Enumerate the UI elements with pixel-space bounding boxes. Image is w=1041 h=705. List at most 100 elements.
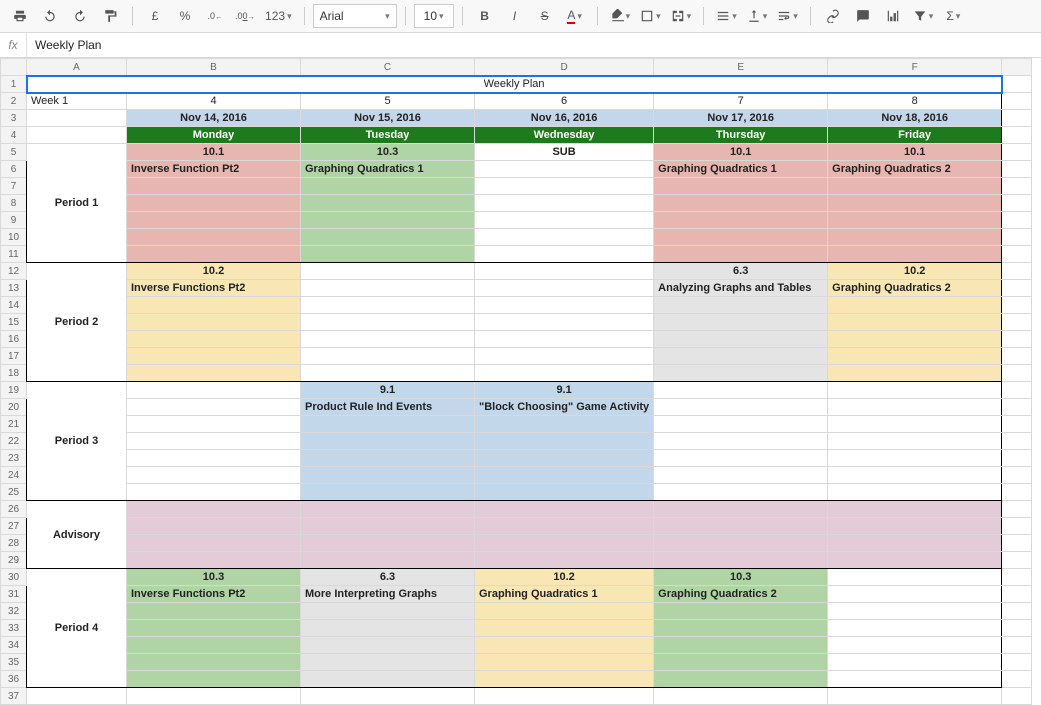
row-header[interactable]: 3 [1, 110, 27, 127]
cell[interactable] [127, 620, 301, 637]
cell[interactable]: 8 [828, 93, 1002, 110]
cell[interactable] [127, 331, 301, 348]
cell[interactable]: Inverse Function Pt2 [127, 161, 301, 178]
cell[interactable] [301, 280, 475, 297]
cell[interactable] [475, 331, 654, 348]
row-header[interactable]: 7 [1, 178, 27, 195]
cell[interactable]: Graphing Quadratics 2 [828, 161, 1002, 178]
row-header[interactable]: 21 [1, 416, 27, 433]
period-1-label[interactable]: Period 1 [27, 144, 127, 263]
cell[interactable] [654, 195, 828, 212]
cell[interactable] [301, 246, 475, 263]
cell[interactable] [828, 416, 1002, 433]
row-header[interactable]: 14 [1, 297, 27, 314]
row-header[interactable]: 26 [1, 501, 27, 518]
cell[interactable]: Graphing Quadratics 1 [654, 161, 828, 178]
cell[interactable]: Nov 16, 2016 [475, 110, 654, 127]
cell[interactable] [475, 314, 654, 331]
cell[interactable] [127, 399, 301, 416]
row-header[interactable]: 22 [1, 433, 27, 450]
row-header[interactable]: 16 [1, 331, 27, 348]
cell[interactable] [127, 637, 301, 654]
cell[interactable]: 10.2 [828, 263, 1002, 280]
cell[interactable]: Graphing Quadratics 1 [301, 161, 475, 178]
cell[interactable] [828, 637, 1002, 654]
cell[interactable] [27, 127, 127, 144]
cell[interactable] [475, 467, 654, 484]
cell[interactable]: Monday [127, 127, 301, 144]
cell[interactable]: Analyzing Graphs and Tables [654, 280, 828, 297]
cell[interactable]: 10.1 [127, 144, 301, 161]
cell[interactable]: Inverse Functions Pt2 [127, 586, 301, 603]
text-wrap-button[interactable]: ▾ [773, 5, 802, 27]
insert-comment-icon[interactable] [849, 5, 877, 27]
cell[interactable] [654, 212, 828, 229]
cell[interactable] [301, 518, 475, 535]
cell[interactable] [127, 603, 301, 620]
cell[interactable] [127, 654, 301, 671]
cell[interactable] [828, 195, 1002, 212]
row-header[interactable]: 8 [1, 195, 27, 212]
col-header-b[interactable]: B [127, 59, 301, 76]
functions-button[interactable]: Σ▾ [939, 5, 967, 27]
cell[interactable] [127, 518, 301, 535]
row-header[interactable]: 1 [1, 76, 27, 93]
row-header[interactable]: 6 [1, 161, 27, 178]
select-all-corner[interactable] [1, 59, 27, 76]
cell[interactable] [475, 450, 654, 467]
cell[interactable] [301, 229, 475, 246]
row-header[interactable]: 23 [1, 450, 27, 467]
cell[interactable] [127, 433, 301, 450]
cell[interactable] [828, 552, 1002, 569]
cell[interactable] [828, 433, 1002, 450]
cell[interactable]: 6.3 [654, 263, 828, 280]
increase-decimal-button[interactable]: .00→ [231, 5, 259, 27]
borders-button[interactable]: ▾ [636, 5, 665, 27]
cell[interactable]: Nov 14, 2016 [127, 110, 301, 127]
cell[interactable] [654, 603, 828, 620]
cell[interactable] [828, 586, 1002, 603]
cell[interactable]: 10.2 [127, 263, 301, 280]
cell[interactable] [301, 671, 475, 688]
cell[interactable] [654, 688, 828, 705]
percent-button[interactable]: % [171, 5, 199, 27]
cell[interactable] [475, 195, 654, 212]
cell[interactable]: Product Rule Ind Events [301, 399, 475, 416]
cell[interactable] [475, 671, 654, 688]
cell[interactable]: Thursday [654, 127, 828, 144]
cell[interactable] [301, 688, 475, 705]
cell[interactable] [654, 331, 828, 348]
row-header[interactable]: 11 [1, 246, 27, 263]
cell[interactable]: Nov 17, 2016 [654, 110, 828, 127]
cell[interactable]: 7 [654, 93, 828, 110]
cell[interactable] [127, 416, 301, 433]
cell[interactable] [654, 365, 828, 382]
cell[interactable] [828, 688, 1002, 705]
cell[interactable] [301, 637, 475, 654]
cell[interactable] [828, 331, 1002, 348]
period-4-label[interactable]: Period 4 [27, 569, 127, 688]
cell[interactable]: Tuesday [301, 127, 475, 144]
cell[interactable] [127, 229, 301, 246]
cell[interactable] [301, 654, 475, 671]
col-header-f[interactable]: F [828, 59, 1002, 76]
cell[interactable] [828, 399, 1002, 416]
cell[interactable] [828, 229, 1002, 246]
cell[interactable]: Nov 15, 2016 [301, 110, 475, 127]
decrease-decimal-button[interactable]: .0← [201, 5, 229, 27]
row-header[interactable]: 35 [1, 654, 27, 671]
row-header[interactable]: 30 [1, 569, 27, 586]
cell[interactable] [654, 382, 828, 399]
period-2-label[interactable]: Period 2 [27, 263, 127, 382]
row-header[interactable]: 37 [1, 688, 27, 705]
italic-button[interactable]: I [501, 5, 529, 27]
cell[interactable]: Inverse Functions Pt2 [127, 280, 301, 297]
cell[interactable] [301, 178, 475, 195]
cell[interactable] [475, 688, 654, 705]
cell[interactable] [475, 518, 654, 535]
cell[interactable] [127, 535, 301, 552]
cell[interactable] [301, 467, 475, 484]
cell[interactable] [828, 518, 1002, 535]
cell[interactable] [475, 212, 654, 229]
row-header[interactable]: 18 [1, 365, 27, 382]
